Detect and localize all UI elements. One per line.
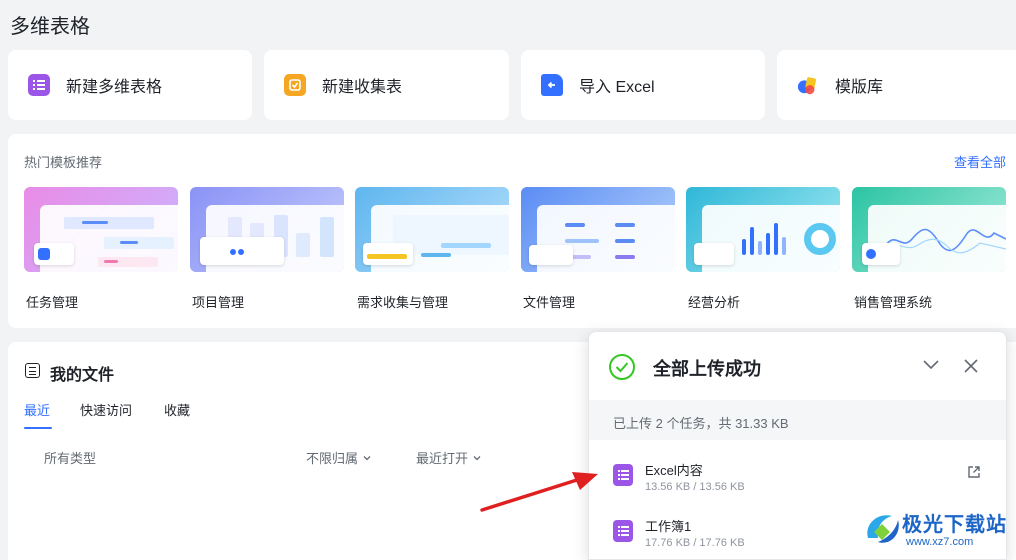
template-thumbnail xyxy=(24,187,178,272)
upload-item-size: 13.56 KB / 13.56 KB xyxy=(645,481,745,493)
new-form-label: 新建收集表 xyxy=(322,79,403,96)
annotation-arrow xyxy=(480,472,598,512)
upload-item-name: 工作簿1 xyxy=(645,519,692,534)
success-check-icon xyxy=(609,354,635,380)
template-name: 需求收集与管理 xyxy=(357,295,449,310)
chevron-down-icon xyxy=(363,455,371,460)
template-thumbnail xyxy=(852,187,1006,272)
page-title: 多维表格 xyxy=(10,16,90,38)
watermark-logo-icon xyxy=(867,515,899,543)
template-name: 项目管理 xyxy=(192,295,245,310)
template-library-button[interactable]: 模版库 xyxy=(777,50,1016,120)
type-filter-label: 所有类型 xyxy=(44,451,97,466)
watermark-text: 极光下载站 xyxy=(902,514,1007,536)
template-card-project[interactable]: 项目管理 xyxy=(190,187,344,311)
upload-item[interactable]: Excel内容 13.56 KB / 13.56 KB xyxy=(589,448,1006,502)
upload-status-title: 全部上传成功 xyxy=(653,359,761,379)
close-icon[interactable] xyxy=(962,357,980,375)
my-files-title: 我的文件 xyxy=(50,367,115,384)
template-thumbnail xyxy=(686,187,840,272)
type-filter-header[interactable]: 所有类型 xyxy=(44,448,96,467)
template-name: 文件管理 xyxy=(523,295,576,310)
active-tab-indicator xyxy=(24,427,52,429)
owner-filter-dropdown[interactable]: 不限归属 xyxy=(306,448,372,467)
template-card-task[interactable]: 任务管理 xyxy=(24,187,178,311)
template-name: 任务管理 xyxy=(26,295,79,310)
view-all-link[interactable]: 查看全部 xyxy=(954,152,1006,171)
upload-item-size: 17.76 KB / 17.76 KB xyxy=(645,537,745,549)
templates-header: 热门模板推荐 xyxy=(24,155,103,170)
template-recommendations: 热门模板推荐 查看全部 任务管理 项目管理 需求收集与管理 文件管理 经营分析 … xyxy=(8,134,1016,328)
tab-recent[interactable]: 最近 xyxy=(24,400,50,419)
site-watermark: 极光下载站 www.xz7.com xyxy=(862,506,1016,560)
owner-filter-label: 不限归属 xyxy=(306,451,359,466)
template-card-requirements[interactable]: 需求收集与管理 xyxy=(355,187,509,311)
template-card-sales[interactable]: 销售管理系统 xyxy=(852,187,1006,311)
bitable-file-icon xyxy=(613,520,633,542)
import-excel-label: 导入 Excel xyxy=(579,79,655,96)
template-thumbnail xyxy=(190,187,344,272)
template-library-label: 模版库 xyxy=(835,79,884,96)
template-name: 销售管理系统 xyxy=(854,295,933,310)
new-bitable-button[interactable]: 新建多维表格 xyxy=(8,50,252,120)
template-name: 经营分析 xyxy=(688,295,741,310)
watermark-url: www.xz7.com xyxy=(906,536,974,548)
import-icon xyxy=(541,74,563,96)
new-form-button[interactable]: 新建收集表 xyxy=(264,50,509,120)
form-icon xyxy=(284,74,306,96)
template-thumbnail xyxy=(521,187,675,272)
sort-label: 最近打开 xyxy=(416,451,469,466)
upload-summary: 已上传 2 个任务，共 31.33 KB xyxy=(613,416,789,431)
collapse-chevron-icon[interactable] xyxy=(921,358,941,372)
import-excel-button[interactable]: 导入 Excel xyxy=(521,50,765,120)
template-card-file-management[interactable]: 文件管理 xyxy=(521,187,675,311)
tab-favorites[interactable]: 收藏 xyxy=(164,400,190,419)
file-list-icon xyxy=(25,363,40,378)
tab-quick-access[interactable]: 快速访问 xyxy=(80,400,132,419)
chevron-down-icon xyxy=(473,455,481,460)
new-bitable-label: 新建多维表格 xyxy=(66,79,163,96)
upload-item-name: Excel内容 xyxy=(645,463,703,478)
bitable-file-icon xyxy=(613,464,633,486)
template-library-icon xyxy=(797,74,819,96)
template-thumbnail xyxy=(355,187,509,272)
template-card-business-analysis[interactable]: 经营分析 xyxy=(686,187,840,311)
open-external-icon[interactable] xyxy=(967,465,981,479)
table-icon xyxy=(28,74,50,96)
sort-dropdown[interactable]: 最近打开 xyxy=(416,448,482,467)
